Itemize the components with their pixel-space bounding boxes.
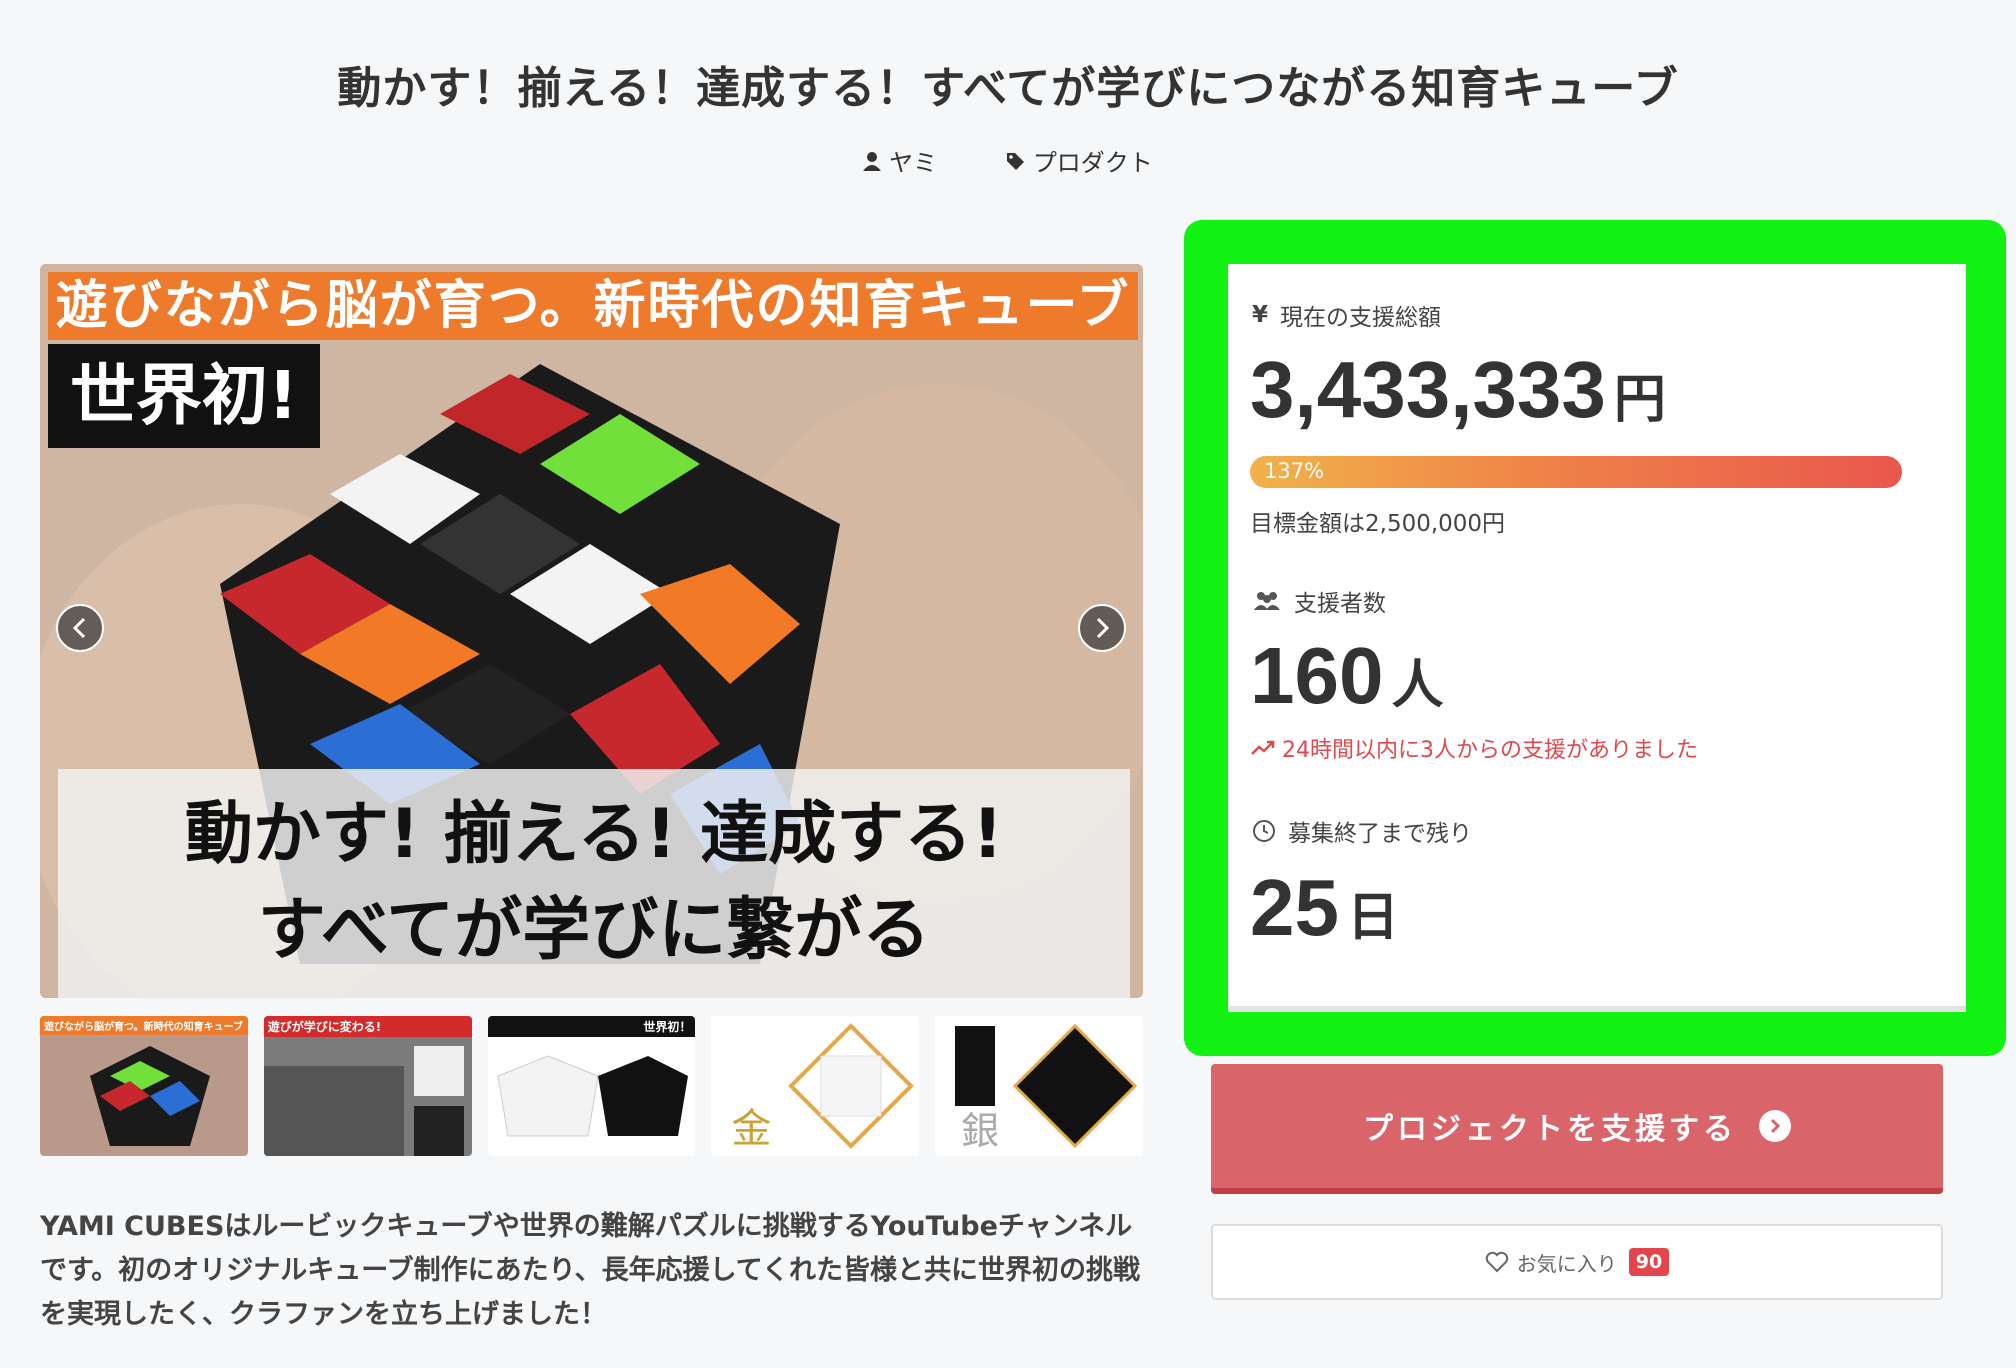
thumbnail-3[interactable]: 世界初！ [487,1016,696,1156]
hero-banner: 遊びながら脳が育つ。新時代の知育キューブ [48,272,1138,340]
thumbnail-2-label: 遊びが学びに変わる! [263,1016,472,1037]
chevron-left-icon [72,617,86,639]
remaining-label: 募集終了まで残り [1288,821,1472,847]
heart-icon [1485,1251,1508,1273]
hero-first-badge: 世界初! [48,344,320,448]
tag-icon [1006,152,1024,170]
remaining-label-row: 募集終了まで残り [1252,814,1472,848]
favorite-button[interactable]: お気に入り 90 [1211,1224,1943,1300]
chevron-right-icon [1096,617,1110,639]
author-name: ヤミ [889,149,938,177]
progress-percent: 137% [1264,459,1325,483]
hero-caption-line1: 動かす! 揃える! 達成する! [184,795,1004,874]
clock-icon [1253,820,1275,842]
arrow-circle-icon [1759,1110,1791,1142]
supporters-count: 160 人 [1250,630,1444,722]
thumbnail-5[interactable]: 銀 [935,1016,1143,1156]
thumbnail-1-label: 遊びながら脳が育つ。新時代の知育キューブ [40,1016,248,1035]
funding-stats-panel: ¥ 現在の支援総額 3,433,333 円 137% 目標金額は2,500,000… [1228,264,1966,1012]
thumbnail-2[interactable]: 遊びが学びに変わる! [263,1016,472,1156]
user-icon [863,151,882,171]
thumbnail-4[interactable]: 金 [711,1016,920,1156]
thumbnail-strip: 遊びながら脳が育つ。新時代の知育キューブ 遊びが学びに変わる! 世界初！ 金 銀 [40,1016,1143,1156]
thumbnail-2-image [263,1046,464,1156]
category-name: プロダクト [1032,149,1153,177]
total-amount-label: 現在の支援総額 [1280,305,1442,331]
supporters-label: 支援者数 [1294,591,1386,617]
page-title: 動かす！揃える！達成する！すべてが学びにつながる知育キューブ [337,63,1679,114]
support-project-label: プロジェクトを支援する [1363,1112,1737,1147]
thumbnail-1[interactable]: 遊びながら脳が育つ。新時代の知育キューブ [40,1016,248,1156]
yen-icon: ¥ [1252,302,1269,328]
remaining-unit: 日 [1346,888,1399,948]
remaining-value: 25 [1250,863,1339,952]
recent-supporters-text: 24時間以内に3人からの支援がありました [1282,738,1698,763]
users-icon [1254,592,1280,610]
thumbnail-3-label: 世界初！ [487,1016,696,1037]
total-amount-unit: 円 [1613,370,1666,430]
favorite-label: お気に入り [1516,1251,1617,1276]
project-description: YAMI CUBESはルービックキューブや世界の難解パズルに挑戦するYouTub… [40,1211,1140,1330]
thumbnail-4-kanji: 金 [731,1106,772,1152]
favorite-count-badge: 90 [1628,1248,1670,1276]
project-meta: ヤミ プロダクト [0,143,2016,178]
thumbnail-3-image [497,1055,688,1137]
trending-up-icon [1251,740,1275,755]
hero-caption-line2: すべてが学びに繋がる [257,891,931,970]
carousel-next-button[interactable] [1078,604,1126,652]
goal-amount: 目標金額は2,500,000円 [1250,511,1506,537]
remaining-days: 25 日 [1250,862,1399,954]
supporters-unit: 人 [1391,656,1444,716]
recent-supporters-note: 24時間以内に3人からの支援がありました [1250,732,1698,764]
support-project-button[interactable]: プロジェクトを支援する [1211,1064,1943,1194]
supporters-label-row: 支援者数 [1252,584,1386,618]
total-amount-value: 3,433,333 [1250,345,1606,434]
progress-bar: 137% [1250,456,1902,488]
supporters-value: 160 [1250,631,1384,720]
total-amount: 3,433,333 円 [1250,344,1666,436]
total-amount-label-row: ¥ 現在の支援総額 [1252,298,1441,332]
author-link[interactable]: ヤミ [863,143,937,178]
thumbnail-5-kanji: 銀 [961,1109,1000,1153]
carousel-prev-button[interactable] [56,604,104,652]
hero-caption: 動かす! 揃える! 達成する! すべてが学びに繋がる [58,769,1130,998]
category-link[interactable]: プロダクト [1005,143,1153,178]
thumbnail-1-image [90,1046,210,1146]
main-image-carousel[interactable]: 遊びながら脳が育つ。新時代の知育キューブ 世界初! 動かす! 揃える! 達成する… [40,264,1143,998]
